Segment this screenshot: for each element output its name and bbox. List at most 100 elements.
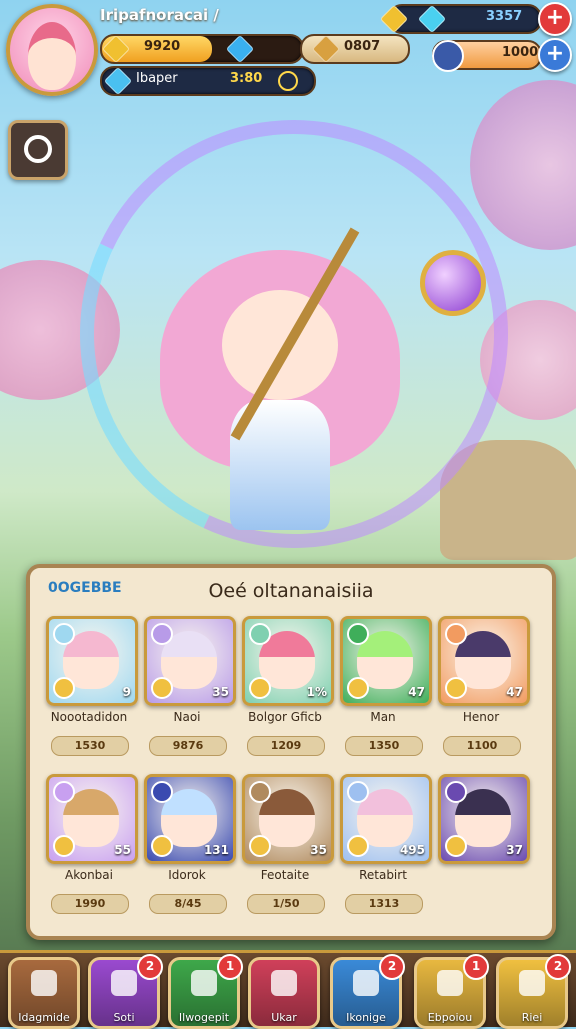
character-card[interactable]: 55 <box>46 774 138 864</box>
character-card[interactable]: 1% <box>242 616 334 706</box>
nav-home-button[interactable]: Idagmide <box>8 957 80 1029</box>
nav-card-button[interactable]: Soti 2 <box>88 954 163 1029</box>
puzzle-icon <box>353 970 379 996</box>
element-icon <box>151 623 173 645</box>
element-icon <box>249 781 271 803</box>
notification-badge: 2 <box>137 954 163 980</box>
character-name: Retabirt <box>359 868 407 882</box>
element-icon <box>151 781 173 803</box>
stamina-value: 1000 <box>502 45 539 60</box>
character-card[interactable]: 37 <box>438 774 530 864</box>
character-power: 1350 <box>345 736 423 756</box>
gold-value: 9920 <box>144 39 181 54</box>
nav-label: Ukar <box>271 1011 297 1024</box>
search-button[interactable] <box>8 120 68 180</box>
notification-badge: 2 <box>545 954 571 980</box>
element-icon <box>445 781 467 803</box>
character-card[interactable]: 47 <box>340 616 432 706</box>
card-icon <box>111 970 137 996</box>
gems-top-value: 3357 <box>486 9 523 24</box>
panel-title: Oeé oltananaisiia <box>208 580 374 602</box>
blue-gem-icon <box>225 34 255 64</box>
character-level: 35 <box>310 843 327 857</box>
character-level: 9 <box>122 685 131 699</box>
character-card[interactable]: 495 <box>340 774 432 864</box>
character-level: 35 <box>212 685 229 699</box>
character-level: 47 <box>506 685 523 699</box>
rank-badge-icon <box>249 677 271 699</box>
rank-badge-icon <box>445 677 467 699</box>
character-level: 47 <box>408 685 425 699</box>
nav-label: Ikonige <box>346 1011 386 1024</box>
ticket-gem-icon <box>103 66 133 96</box>
nav-inventory-button[interactable]: Ebpoiou 1 <box>414 954 489 1029</box>
nav-label: Ilwogepit <box>178 1011 230 1024</box>
add-gems-button[interactable]: + <box>538 2 572 36</box>
player-name: Iripafnoracai / <box>100 6 219 24</box>
character-name: Noootadidon <box>50 710 128 724</box>
notification-badge: 1 <box>217 954 243 980</box>
coin-bar: 0807 <box>300 34 410 64</box>
nav-swap-button[interactable]: Ukar <box>248 957 320 1029</box>
element-icon <box>347 781 369 803</box>
character-power: 1209 <box>247 736 325 756</box>
nav-label: Ebpoiou <box>427 1011 473 1024</box>
nav-check-button[interactable]: Ilwogepit 1 <box>168 954 243 1029</box>
ticket-timer: 3:80 <box>230 71 263 86</box>
hero-face <box>222 290 338 400</box>
character-card[interactable]: 47 <box>438 616 530 706</box>
nav-label: Soti <box>113 1011 135 1024</box>
nav-label: Idagmide <box>18 1011 70 1024</box>
character-power: 9876 <box>149 736 227 756</box>
character-name: Henor <box>462 710 500 724</box>
rank-badge-icon <box>347 677 369 699</box>
character-level: 37 <box>506 843 523 857</box>
character-name: Naoi <box>173 710 201 724</box>
notification-badge: 1 <box>463 954 489 980</box>
character-power: 8/45 <box>149 894 227 914</box>
character-power: 1990 <box>51 894 129 914</box>
nav-label: Riei <box>521 1011 543 1024</box>
rank-badge-icon <box>249 835 271 857</box>
element-icon <box>445 623 467 645</box>
gold-bar: 9920 <box>100 34 304 64</box>
gems-top-bar: 3357 <box>379 4 542 34</box>
character-hero <box>160 230 400 560</box>
character-power: 1/50 <box>247 894 325 914</box>
bottom-nav: Idagmide Soti 2 Ilwogepit 1 Ukar Ikonige 2 Ebpoi… <box>0 950 576 1029</box>
element-icon <box>347 623 369 645</box>
swap-icon <box>271 970 297 996</box>
rank-badge-icon <box>151 835 173 857</box>
character-card[interactable]: 9 <box>46 616 138 706</box>
search-icon <box>24 135 52 163</box>
character-card[interactable]: 35 <box>242 774 334 864</box>
coin-value: 0807 <box>344 39 381 54</box>
character-panel: 0OGEBBE Oeé oltananaisiia 9 Noootadidon 15… <box>26 564 556 940</box>
inventory-icon <box>437 970 463 996</box>
character-card[interactable]: 131 <box>144 774 236 864</box>
notification-badge: 2 <box>379 954 405 980</box>
character-level: 55 <box>114 843 131 857</box>
element-icon <box>53 781 75 803</box>
character-card[interactable]: 35 <box>144 616 236 706</box>
tree-right <box>470 80 576 250</box>
player-avatar[interactable] <box>6 4 98 96</box>
stamina-bar: 1000 <box>432 40 542 72</box>
check-icon <box>191 970 217 996</box>
rank-badge-icon <box>347 835 369 857</box>
character-power: 1313 <box>345 894 423 914</box>
character-level: 1% <box>306 685 327 699</box>
home-icon <box>31 970 57 996</box>
nav-puzzle-button[interactable]: Ikonige 2 <box>330 954 405 1029</box>
ticket-bar: Ibaper 3:80 <box>100 66 316 96</box>
character-name: Man <box>370 710 396 724</box>
element-icon <box>249 623 271 645</box>
nav-star-button[interactable]: Riei 2 <box>496 954 571 1029</box>
ticket-label: Ibaper <box>136 71 178 86</box>
rank-badge-icon <box>151 677 173 699</box>
staff-orb <box>420 250 486 316</box>
character-name: Idorok <box>168 868 206 882</box>
character-power: 1530 <box>51 736 129 756</box>
add-stamina-button[interactable]: + <box>538 38 572 72</box>
star-icon <box>519 970 545 996</box>
